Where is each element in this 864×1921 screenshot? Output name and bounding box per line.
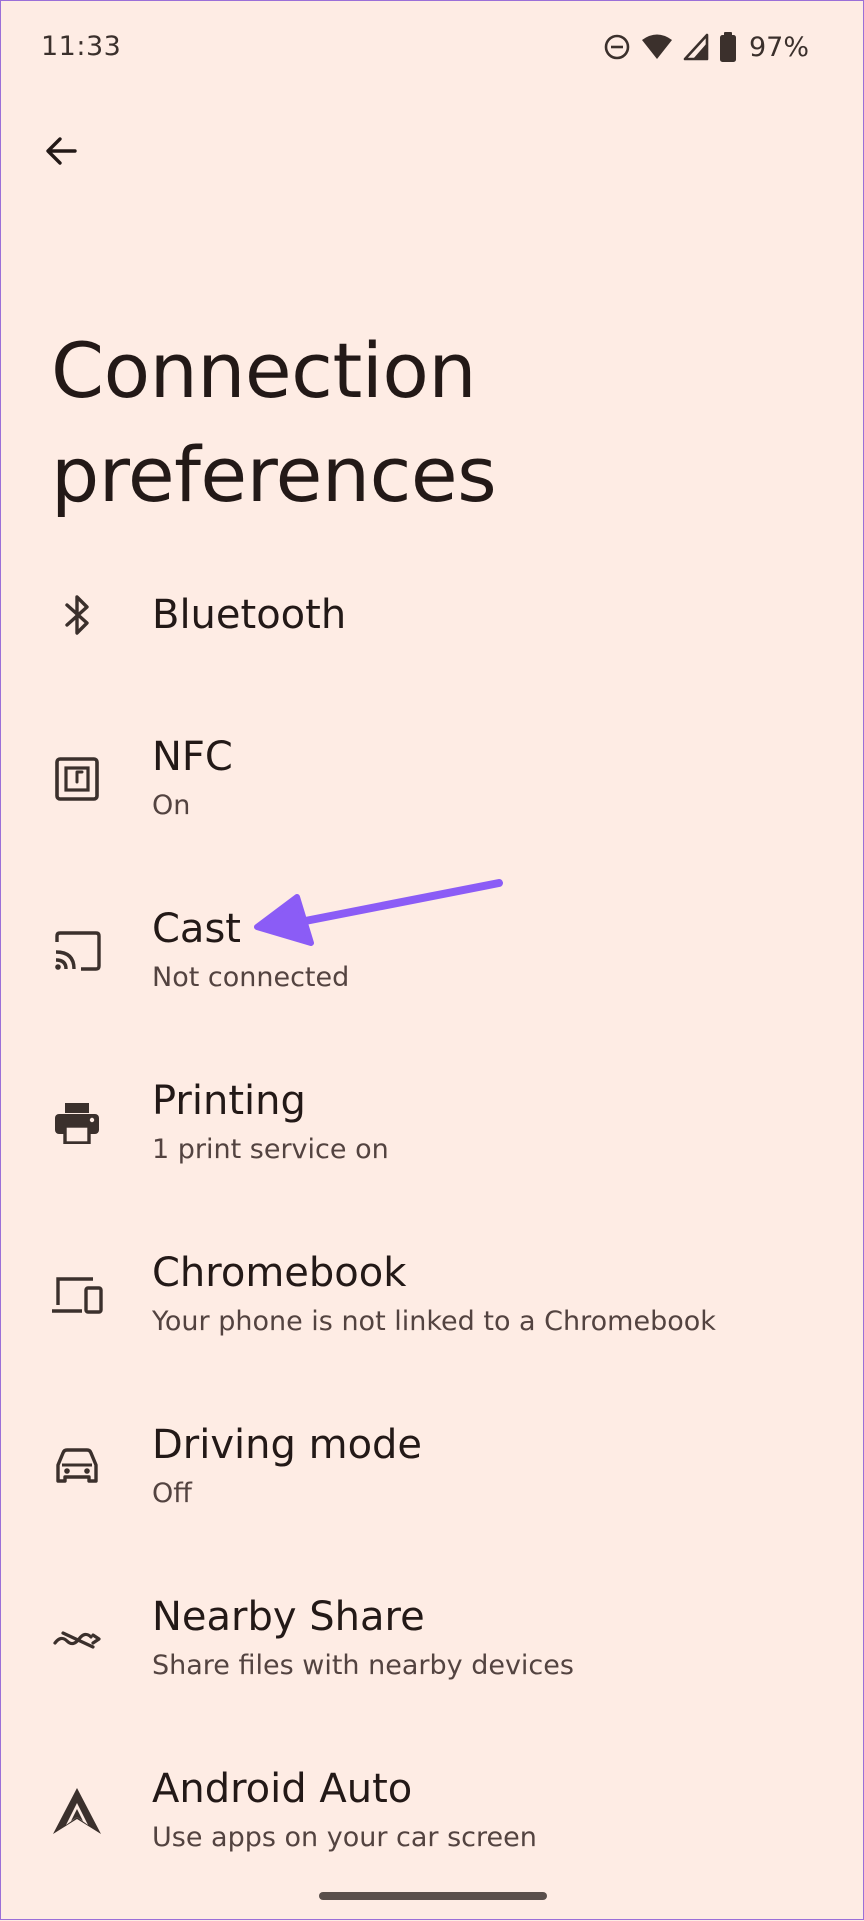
gesture-nav-handle[interactable]: [319, 1892, 547, 1900]
setting-subtitle: Use apps on your car screen: [152, 1822, 537, 1853]
status-bar: 11:33 97%: [1, 1, 864, 97]
setting-cast[interactable]: Cast Not connected: [1, 887, 864, 1059]
arrow-back-icon: [43, 133, 79, 173]
setting-title: Driving mode: [152, 1422, 423, 1468]
car-icon: [45, 1435, 109, 1499]
setting-title: Nearby Share: [152, 1594, 425, 1640]
setting-subtitle: On: [152, 790, 191, 821]
cell-signal-icon: [683, 33, 709, 61]
setting-subtitle: Share files with nearby devices: [152, 1650, 574, 1681]
printer-icon: [45, 1091, 109, 1155]
setting-subtitle: Your phone is not linked to a Chromebook: [152, 1306, 716, 1337]
setting-title: Bluetooth: [152, 592, 347, 638]
setting-title: Cast: [152, 906, 241, 952]
battery-percent: 97%: [748, 31, 809, 63]
setting-printing[interactable]: Printing 1 print service on: [1, 1059, 864, 1231]
status-time: 11:33: [41, 31, 122, 62]
setting-title: NFC: [152, 734, 233, 780]
setting-title: Chromebook: [152, 1250, 407, 1296]
setting-title: Android Auto: [152, 1766, 413, 1812]
setting-subtitle: 1 print service on: [152, 1134, 389, 1165]
do-not-disturb-icon: [603, 33, 631, 61]
nfc-icon: [45, 747, 109, 811]
cast-icon: [45, 919, 109, 983]
devices-icon: [45, 1263, 109, 1327]
setting-nfc[interactable]: NFC On: [1, 715, 864, 887]
battery-icon: [719, 32, 737, 62]
status-icons: 97%: [603, 29, 809, 65]
setting-title: Printing: [152, 1078, 306, 1124]
bluetooth-icon: [45, 583, 109, 647]
setting-nearby-share[interactable]: Nearby Share Share files with nearby dev…: [1, 1575, 864, 1747]
nearby-share-icon: [45, 1607, 109, 1671]
setting-driving-mode[interactable]: Driving mode Off: [1, 1403, 864, 1575]
setting-subtitle: Off: [152, 1478, 192, 1509]
setting-subtitle: Not connected: [152, 962, 350, 993]
setting-bluetooth[interactable]: Bluetooth: [1, 543, 864, 715]
back-button[interactable]: [29, 125, 93, 181]
page-title: Connection preferences: [51, 326, 497, 519]
setting-chromebook[interactable]: Chromebook Your phone is not linked to a…: [1, 1231, 864, 1403]
android-auto-icon: [45, 1779, 109, 1843]
wifi-icon: [641, 33, 673, 61]
